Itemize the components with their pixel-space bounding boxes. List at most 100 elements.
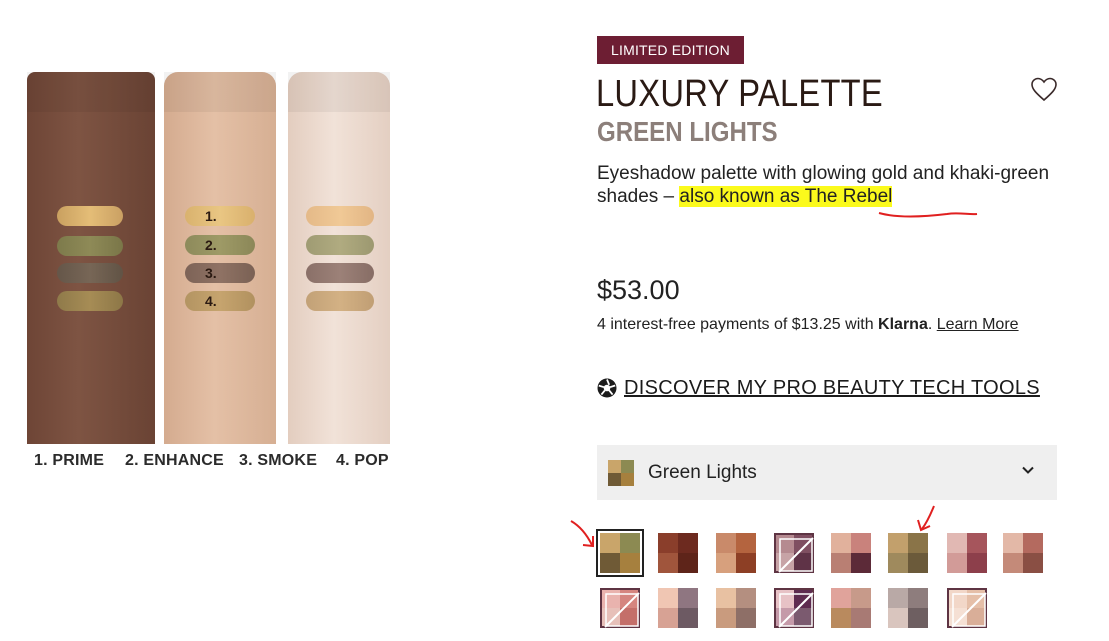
swatch-quadrant [678, 588, 698, 608]
swatch-quadrant [678, 553, 698, 573]
red-underline-annotation [878, 212, 978, 218]
selected-shade-label: Green Lights [648, 461, 757, 483]
product-description: Eyeshadow palette with glowing gold and … [597, 162, 1057, 208]
out-of-stock-slash-icon [951, 592, 987, 628]
enhance-smear [185, 235, 255, 255]
swatch-quadrant [600, 553, 620, 573]
swatch-quadrant [888, 533, 908, 553]
out-of-stock-slash-icon [778, 592, 814, 628]
shade-swatch[interactable] [774, 533, 814, 573]
prime-smear [306, 206, 374, 226]
swatch-quadrant [908, 553, 928, 573]
camera-aperture-icon [597, 378, 617, 398]
swatch-quadrant [678, 608, 698, 628]
discover-link-label: DISCOVER MY PRO BEAUTY TECH TOOLS [624, 376, 1040, 399]
limited-edition-badge: LIMITED EDITION [597, 36, 744, 64]
swatch-captions: 1. PRIME 2. ENHANCE 3. SMOKE 4. POP [34, 452, 394, 472]
smoke-smear [57, 263, 123, 283]
swatch-quadrant [851, 553, 871, 573]
swatch-quadrant [831, 533, 851, 553]
swatch-quadrant [908, 608, 928, 628]
smoke-smear [185, 263, 255, 283]
caption-enhance: 2. ENHANCE [125, 452, 224, 469]
swatch-quadrant [658, 553, 678, 573]
thumbnail-quadrant [621, 459, 634, 473]
swatch-quadrant [716, 608, 736, 628]
shade-swatch[interactable] [716, 588, 756, 628]
caption-smoke: 3. SMOKE [239, 452, 318, 469]
shade-swatch[interactable] [658, 588, 698, 628]
swatch-quadrant [888, 588, 908, 608]
swatch-quadrant [851, 608, 871, 628]
medium-skin-arm: 1. 2. 3. 4. [164, 72, 276, 444]
enhance-smear [306, 235, 374, 255]
swatch-quadrant [620, 533, 640, 553]
shade-swatch[interactable] [658, 533, 698, 573]
description-highlight: also known as The Rebel [679, 186, 893, 207]
prime-smear [57, 206, 123, 226]
shade-swatch[interactable] [947, 533, 987, 573]
swatch-quadrant [947, 533, 967, 553]
thumbnail-quadrant [608, 472, 621, 486]
swatch-number: 1. [205, 208, 217, 224]
caption-pop: 4. POP [336, 452, 389, 469]
out-of-stock-slash-icon [604, 592, 640, 628]
swatch-quadrant [716, 533, 736, 553]
shade-swatch[interactable] [831, 533, 871, 573]
swatch-quadrant [888, 608, 908, 628]
swatch-quadrant [908, 533, 928, 553]
out-of-stock-slash-icon [778, 537, 814, 573]
chevron-down-icon [1022, 466, 1034, 474]
swatch-quadrant [736, 533, 756, 553]
swatch-quadrant [600, 533, 620, 553]
shade-swatch[interactable] [600, 588, 640, 628]
swatch-quadrant [716, 553, 736, 573]
wishlist-heart-icon[interactable] [1030, 76, 1058, 102]
thumbnail-quadrant [621, 472, 634, 486]
swatch-quadrant [736, 608, 756, 628]
swatch-quadrant [908, 588, 928, 608]
discover-tools-link[interactable]: DISCOVER MY PRO BEAUTY TECH TOOLS [597, 375, 1040, 401]
thumbnail-quadrant [608, 459, 621, 473]
shade-swatch[interactable] [947, 588, 987, 628]
shade-swatch[interactable] [888, 533, 928, 573]
swatch-quadrant [947, 553, 967, 573]
swatch-quadrant [620, 553, 640, 573]
product-swatch-image: 1. 2. 3. 4. [27, 72, 390, 444]
light-skin-arm [288, 72, 390, 444]
swatch-quadrant [736, 553, 756, 573]
swatch-number: 4. [205, 293, 217, 309]
swatch-quadrant [831, 553, 851, 573]
shade-swatch[interactable] [716, 533, 756, 573]
klarna-brand: Klarna [878, 316, 928, 333]
swatch-quadrant [716, 588, 736, 608]
red-arrow-annotation [917, 505, 935, 532]
klarna-text: 4 interest-free payments of $13.25 with [597, 316, 879, 333]
shade-swatch[interactable] [888, 588, 928, 628]
shade-swatch-grid [596, 529, 1057, 641]
swatch-quadrant [658, 588, 678, 608]
shade-swatch[interactable] [831, 588, 871, 628]
swatch-quadrant [736, 588, 756, 608]
product-price: $53.00 [597, 275, 680, 305]
swatch-quadrant [1003, 533, 1023, 553]
swatch-quadrant [1023, 533, 1043, 553]
swatch-quadrant [831, 608, 851, 628]
caption-prime: 1. PRIME [34, 452, 105, 469]
swatch-quadrant [678, 533, 698, 553]
smoke-smear [306, 263, 374, 283]
swatch-quadrant [658, 608, 678, 628]
klarna-learn-more-link[interactable]: Learn More [937, 316, 1019, 333]
swatch-number: 2. [205, 237, 217, 253]
shade-swatch[interactable] [774, 588, 814, 628]
swatch-quadrant [851, 533, 871, 553]
enhance-smear [57, 236, 123, 256]
swatch-number: 3. [205, 265, 217, 281]
shade-swatch[interactable] [1003, 533, 1043, 573]
selected-shade-thumbnail [608, 459, 634, 486]
shade-swatch-selected[interactable] [596, 529, 644, 577]
shade-select-dropdown[interactable]: Green Lights [597, 445, 1057, 500]
product-title: LUXURY PALETTE [596, 73, 883, 115]
swatch-quadrant [967, 533, 987, 553]
prime-smear [185, 206, 255, 226]
